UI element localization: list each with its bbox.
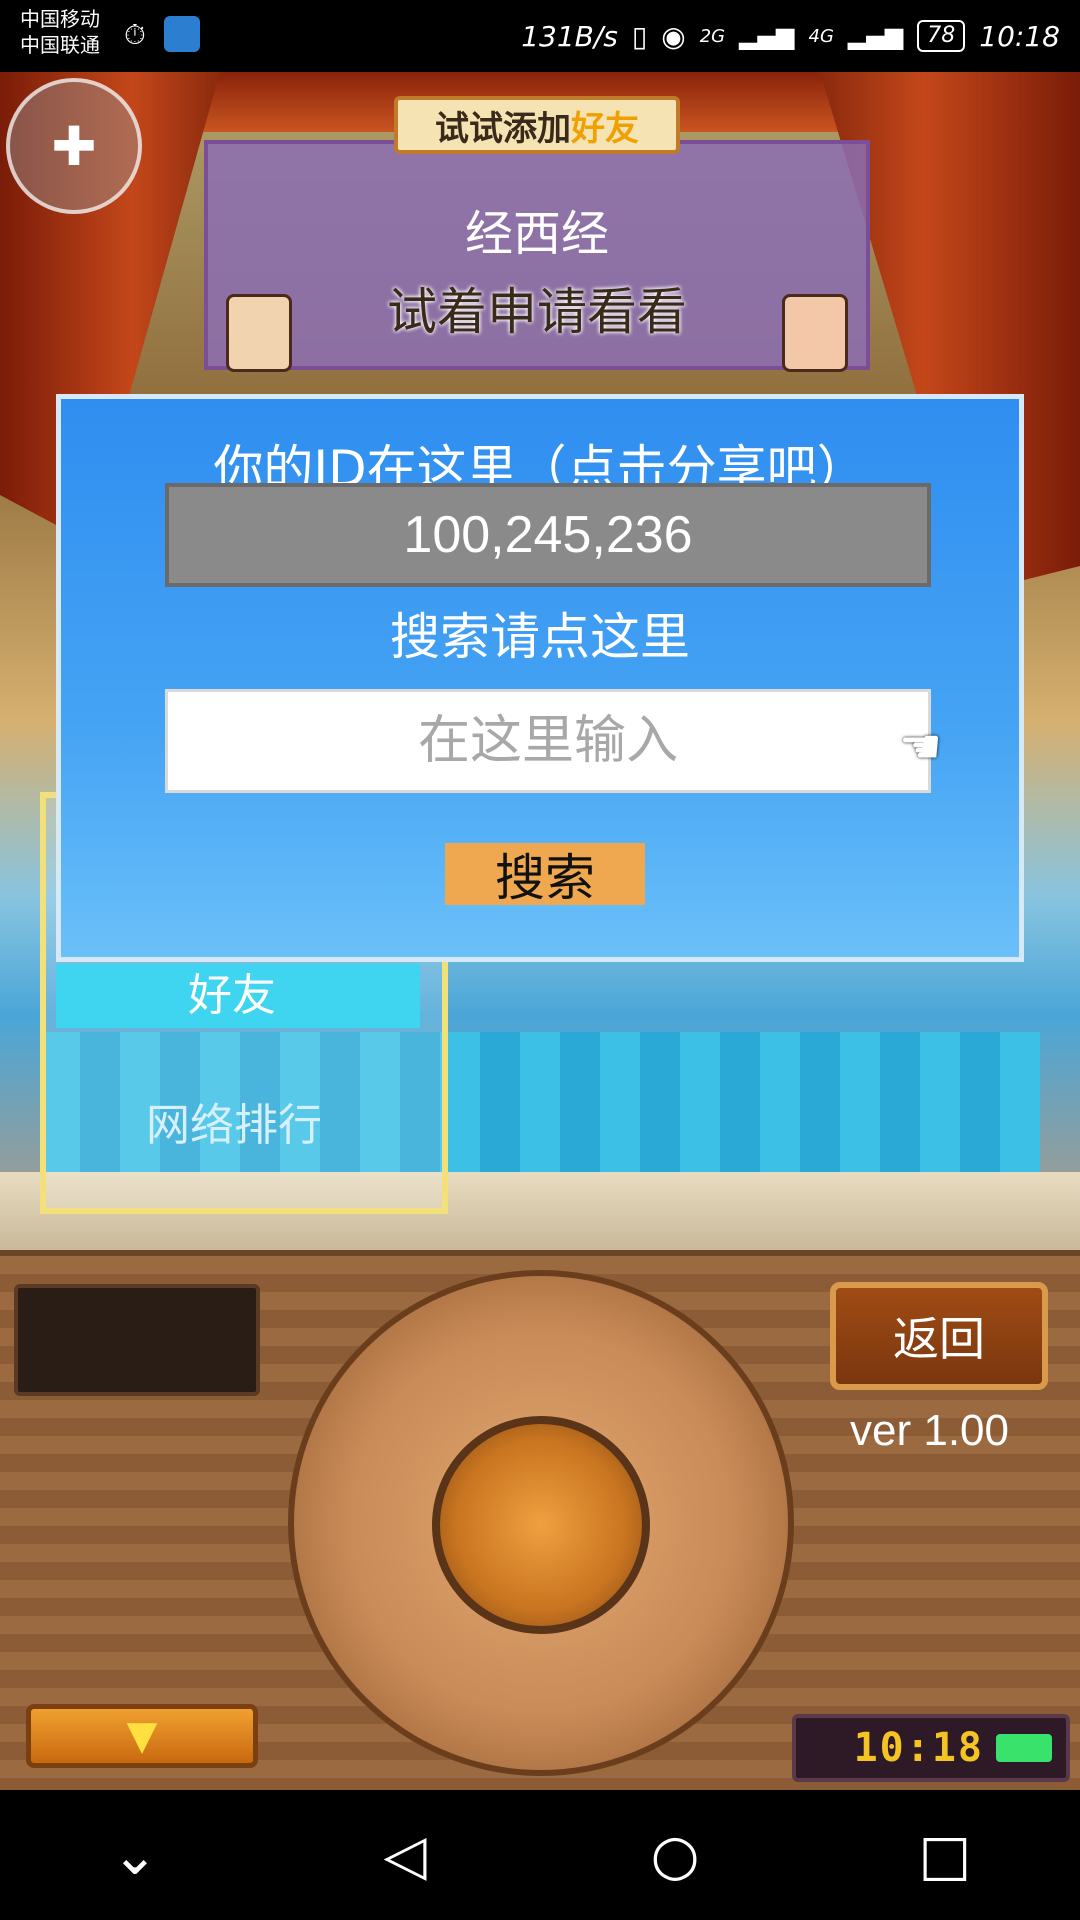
collapse-chevron-icon[interactable]: ⌄ — [75, 1823, 195, 1888]
search-input[interactable] — [165, 689, 931, 793]
status-bar: 中国移动 中国联通 ⏱ 131B/s ▯ ◉ 2G ▂▄▆ 4G ▂▄▆ 78 … — [0, 0, 1080, 72]
status-right: 131B/s ▯ ◉ 2G ▂▄▆ 4G ▂▄▆ 78 10:18 — [521, 14, 1060, 58]
banner-prefix: 试试添加 — [435, 108, 571, 149]
back-triangle-icon[interactable]: ◁ — [345, 1823, 465, 1888]
search-label: 搜索请点这里 — [390, 608, 690, 666]
carrier-labels: 中国移动 中国联通 — [20, 6, 100, 58]
search-button[interactable]: 搜索 — [445, 843, 645, 907]
version-label: ver 1.00 — [850, 1406, 1009, 1455]
dial-center-button[interactable] — [432, 1416, 650, 1634]
status-time: 10:18 — [979, 19, 1060, 53]
game-battery-icon — [996, 1734, 1052, 1762]
game-clock-time: 10:18 — [853, 1725, 984, 1771]
notice-line-1: 经西经 — [464, 206, 609, 262]
notice-line-2: 试着申请看看 — [387, 283, 687, 341]
notice-banner: 试试添加 好友 — [394, 96, 680, 154]
avatar-female — [782, 294, 848, 372]
friend-search-dialog: 你的ID在这里（点击分享吧） 100,245,236 搜索请点这里 ☚ 搜索 — [56, 394, 1024, 962]
banner-highlight: 好友 — [571, 108, 639, 149]
back-button[interactable]: 返回 — [830, 1282, 1048, 1390]
friend-notice: 经西经 试着申请看看 — [204, 140, 870, 372]
friends-menu-label: 好友 — [188, 970, 276, 1021]
app-notification-icon — [164, 16, 200, 52]
vibrate-icon: ▯ — [631, 19, 648, 53]
alarm-icon: ⏱ — [124, 18, 146, 51]
menu-down-button[interactable]: ▼ — [26, 1704, 258, 1768]
carrier-2: 中国联通 — [20, 33, 100, 57]
navigation-bar: ⌄ ◁ ○ □ — [0, 1790, 1080, 1920]
battery-indicator: 78 — [917, 20, 966, 52]
game-clock: 10:18 — [792, 1714, 1070, 1782]
gamepad-icon[interactable]: ✚ — [6, 78, 142, 214]
eye-icon: ◉ — [661, 19, 686, 53]
signal-2g-label: 2G — [699, 25, 726, 47]
net-speed: 131B/s — [521, 19, 618, 53]
game-screen: 好友 网络排行 ✚ 经西经 试着申请看看 试试添加 好友 你的ID在这里（点击分享… — [0, 72, 1080, 1790]
signal-4g-label: 4G — [808, 25, 834, 47]
triangle-down-icon: ▼ — [126, 1713, 158, 1759]
home-circle-icon[interactable]: ○ — [615, 1823, 735, 1888]
pointing-hand-icon: ☚ — [899, 719, 943, 775]
ranking-menu-item[interactable]: 网络排行 — [146, 1094, 322, 1158]
user-id-box[interactable]: 100,245,236 — [165, 483, 931, 587]
signal-icon: ▂▄▆ — [739, 22, 795, 50]
mini-screen — [14, 1284, 260, 1396]
avatar-male — [226, 294, 292, 372]
carrier-1: 中国移动 — [20, 7, 100, 31]
recents-square-icon[interactable]: □ — [885, 1823, 1005, 1888]
signal-icon-2: ▂▄▆ — [847, 22, 904, 50]
